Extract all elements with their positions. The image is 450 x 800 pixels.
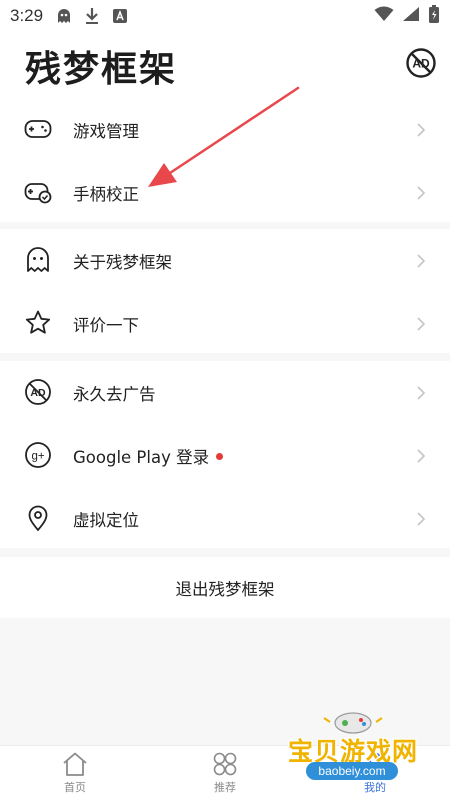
location-pin-icon bbox=[28, 505, 48, 531]
controller-calibrate-icon bbox=[24, 183, 52, 204]
tab-recommend[interactable]: 推荐 bbox=[195, 751, 255, 795]
menu-item-label: 关于残梦框架 bbox=[73, 252, 172, 272]
chevron-right-icon bbox=[417, 186, 426, 200]
tab-home[interactable]: 首页 bbox=[45, 751, 105, 795]
menu-item-label: 评价一下 bbox=[73, 315, 139, 335]
font-app-icon bbox=[109, 7, 131, 25]
menu-item-label: 手柄校正 bbox=[73, 184, 139, 204]
watermark: 宝贝游戏网 baobeiy.com bbox=[278, 708, 428, 800]
chevron-right-icon bbox=[417, 123, 426, 137]
signal-icon bbox=[402, 6, 420, 26]
status-bar: 3:29 bbox=[0, 0, 450, 32]
notification-dot bbox=[216, 452, 224, 460]
home-icon bbox=[63, 752, 87, 776]
exit-button[interactable]: 退出残梦框架 bbox=[0, 557, 450, 618]
tab-label: 首页 bbox=[64, 781, 86, 794]
settings-group-extras: AD 永久去广告 g+ Google Play 登录 虚拟定位 bbox=[0, 361, 450, 548]
menu-item-controller-calibration[interactable]: 手柄校正 bbox=[0, 161, 450, 224]
tab-label: 推荐 bbox=[214, 781, 236, 794]
gamepad-icon bbox=[24, 120, 52, 138]
watermark-url: baobeiy.com bbox=[306, 762, 398, 780]
chevron-right-icon bbox=[417, 317, 426, 331]
menu-item-label: 永久去广告 bbox=[73, 384, 156, 404]
menu-item-google-play-login[interactable]: g+ Google Play 登录 bbox=[0, 424, 450, 487]
battery-icon bbox=[428, 5, 440, 27]
chevron-right-icon bbox=[417, 449, 426, 463]
chevron-right-icon bbox=[417, 386, 426, 400]
no-ad-icon: AD bbox=[406, 48, 436, 78]
wifi-icon bbox=[374, 6, 394, 26]
chevron-right-icon bbox=[417, 254, 426, 268]
remove-ads-button[interactable]: AD bbox=[405, 47, 437, 79]
menu-item-label: Google Play 登录 bbox=[73, 447, 210, 467]
menu-item-label-wrap: Google Play 登录 bbox=[73, 444, 224, 468]
menu-item-about[interactable]: 关于残梦框架 bbox=[0, 229, 450, 292]
download-icon bbox=[81, 7, 103, 25]
menu-item-label: 虚拟定位 bbox=[73, 510, 139, 530]
star-icon bbox=[25, 310, 51, 334]
menu-item-remove-ads[interactable]: AD 永久去广告 bbox=[0, 361, 450, 424]
ghost-icon bbox=[27, 247, 49, 272]
page-title: 残梦框架 bbox=[25, 49, 178, 90]
settings-group-about: 关于残梦框架 评价一下 bbox=[0, 229, 450, 353]
chevron-right-icon bbox=[417, 512, 426, 526]
status-time: 3:29 bbox=[10, 6, 44, 25]
recommend-icon bbox=[213, 752, 237, 776]
menu-item-virtual-location[interactable]: 虚拟定位 bbox=[0, 487, 450, 550]
menu-item-label: 游戏管理 bbox=[73, 121, 139, 141]
menu-item-game-management[interactable]: 游戏管理 bbox=[0, 98, 450, 161]
ghost-notification-icon bbox=[53, 7, 75, 25]
svg-text:g+: g+ bbox=[31, 451, 44, 463]
google-plus-icon: g+ bbox=[25, 442, 51, 468]
page-header: 残梦框架 AD bbox=[0, 32, 450, 98]
settings-group-games: 游戏管理 手柄校正 bbox=[0, 98, 450, 222]
no-ad-icon: AD bbox=[25, 379, 51, 405]
menu-item-rate[interactable]: 评价一下 bbox=[0, 292, 450, 355]
